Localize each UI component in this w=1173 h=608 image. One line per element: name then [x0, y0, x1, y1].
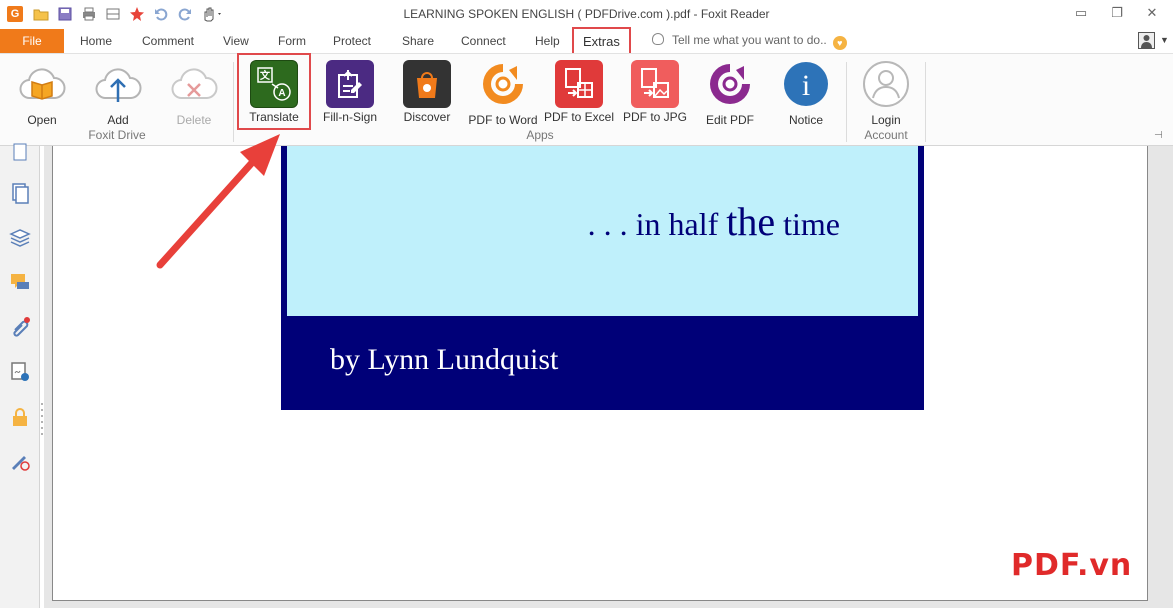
open-button[interactable]: Open	[12, 60, 72, 130]
title-bar: G LEARNING SPOKEN ENGLISH ( PDFDrive.com…	[0, 0, 1173, 29]
attachment-icon[interactable]	[9, 316, 31, 338]
signature-panel-icon[interactable]	[9, 361, 31, 383]
discover-button[interactable]: Discover	[396, 60, 458, 130]
translate-highlight-box	[237, 53, 311, 130]
tab-share[interactable]: Share	[402, 29, 434, 53]
tab-view[interactable]: View	[223, 29, 249, 53]
account-group-label: Account	[864, 128, 908, 142]
window-title: LEARNING SPOKEN ENGLISH ( PDFDrive.com )…	[403, 7, 770, 21]
pdf-to-excel-button[interactable]: PDF to Excel	[542, 60, 616, 130]
bookmark-icon[interactable]	[9, 142, 31, 164]
pdf-to-jpg-icon	[631, 60, 679, 108]
tab-home[interactable]: Home	[80, 29, 112, 53]
file-tab[interactable]: File	[0, 29, 64, 53]
tagline-emphasis: the	[726, 199, 776, 244]
close-button[interactable]: ✕	[1141, 4, 1163, 22]
edit-pdf-label: Edit PDF	[705, 113, 754, 127]
left-sidebar	[0, 143, 40, 608]
tab-extras[interactable]: Extras	[572, 27, 631, 55]
add-label: Add	[107, 113, 129, 127]
heart-icon[interactable]: ♥	[832, 36, 847, 50]
info-icon: i	[784, 62, 828, 106]
user-avatar-icon[interactable]	[1138, 32, 1155, 49]
pin-ribbon-icon[interactable]: ⊣	[1154, 130, 1163, 141]
user-menu-caret-icon[interactable]: ▼	[1160, 35, 1169, 45]
tagline-pre: . . . in half	[587, 206, 727, 242]
red-annotation-arrow-icon	[156, 134, 280, 269]
delete-label: Delete	[176, 113, 212, 127]
discover-label: Discover	[403, 110, 451, 124]
lightbulb-icon	[652, 33, 664, 45]
layers-icon[interactable]	[9, 226, 31, 248]
apps-group-label: Apps	[526, 128, 554, 142]
login-label: Login	[871, 113, 901, 127]
fill-sign-icon	[326, 60, 374, 108]
notice-label: Notice	[788, 113, 823, 127]
edit-pdf-icon	[710, 64, 750, 104]
tagline-post: time	[775, 206, 840, 242]
ribbon-separator	[846, 62, 847, 142]
tab-connect[interactable]: Connect	[461, 29, 506, 53]
svg-text:i: i	[802, 69, 810, 102]
pdf-to-excel-icon	[555, 60, 603, 108]
fill-n-sign-button[interactable]: Fill-n-Sign	[318, 60, 382, 130]
notice-button[interactable]: i Notice	[776, 60, 836, 130]
tab-form[interactable]: Form	[278, 29, 306, 53]
pdf-to-excel-label: PDF to Excel	[543, 110, 615, 124]
cloud-delete-icon	[171, 68, 218, 100]
comments-icon[interactable]	[9, 271, 31, 293]
lock-icon[interactable]	[9, 406, 31, 428]
cover-light-panel: . . . in half the time	[287, 146, 918, 316]
delete-button[interactable]: Delete	[164, 60, 224, 130]
user-circle-icon	[863, 61, 909, 107]
cloud-book-icon	[19, 68, 66, 100]
fill-n-sign-label: Fill-n-Sign	[322, 110, 377, 124]
pdf-to-word-label: PDF to Word	[468, 113, 538, 127]
pdf-to-word-button[interactable]: PDF to Word	[465, 60, 541, 130]
ribbon-separator	[925, 62, 926, 142]
pdf-to-jpg-label: PDF to JPG	[622, 110, 687, 124]
open-label: Open	[27, 113, 57, 127]
minimize-button[interactable]: ▭	[1070, 4, 1092, 22]
add-button[interactable]: Add	[88, 60, 148, 130]
login-button[interactable]: Login	[856, 60, 916, 130]
tab-comment[interactable]: Comment	[142, 29, 194, 53]
cover-author: by Lynn Lundquist	[330, 343, 559, 376]
tab-help[interactable]: Help	[535, 29, 560, 53]
restore-button[interactable]: ❐	[1106, 4, 1128, 22]
tab-protect[interactable]: Protect	[333, 29, 371, 53]
cloud-upload-icon	[95, 68, 142, 102]
edit-pdf-button[interactable]: Edit PDF	[699, 60, 761, 130]
tell-me-search[interactable]: Tell me what you want to do.. ♥	[652, 33, 847, 50]
certify-icon[interactable]	[9, 451, 31, 473]
pages-icon[interactable]	[9, 182, 31, 204]
tell-me-text: Tell me what you want to do..	[672, 33, 827, 47]
pdfvn-watermark: PDF.vn	[1011, 548, 1133, 583]
menu-bar: File Home Comment View Form Protect Shar…	[0, 27, 1173, 55]
pdf-to-word-icon	[483, 64, 523, 104]
book-cover: . . . in half the time by Lynn Lundquist	[281, 146, 924, 410]
shopping-bag-icon	[403, 60, 451, 108]
pdf-to-jpg-button[interactable]: PDF to JPG	[621, 60, 689, 130]
cover-tagline: . . . in half the time	[588, 198, 840, 245]
